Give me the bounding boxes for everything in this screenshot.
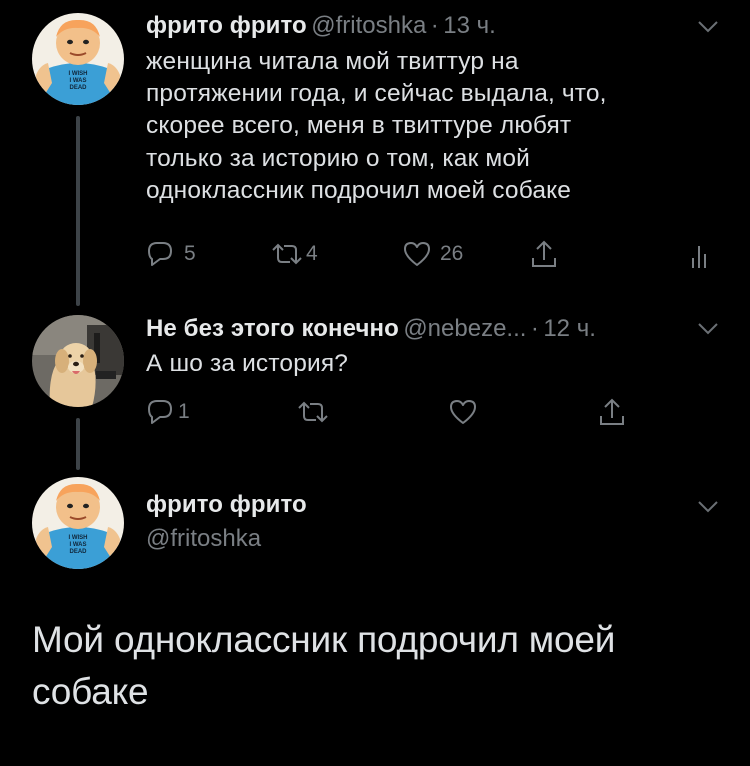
chevron-down-icon[interactable]: [697, 500, 719, 519]
reply-icon: [146, 240, 174, 268]
reply-button[interactable]: 5: [146, 240, 196, 268]
svg-text:I WAS: I WAS: [69, 78, 86, 84]
share-icon: [598, 396, 626, 428]
handle[interactable]: @fritoshka: [146, 525, 261, 553]
display-name[interactable]: фрито фрито: [146, 12, 307, 39]
svg-text:DEAD: DEAD: [69, 549, 87, 555]
separator: ·: [530, 315, 539, 342]
thread-line: [76, 116, 80, 306]
handle[interactable]: @nebeze...: [403, 315, 526, 342]
svg-text:DEAD: DEAD: [69, 85, 87, 91]
analytics-icon: [690, 242, 710, 270]
reply-count: 5: [184, 242, 196, 265]
reply-count: 1: [178, 400, 190, 423]
separator: ·: [430, 12, 439, 39]
chevron-down-icon[interactable]: [697, 322, 719, 341]
like-button[interactable]: 26: [402, 240, 463, 268]
handle[interactable]: @fritoshka: [311, 12, 426, 39]
avatar-illustration: I WISH I WAS DEAD: [32, 13, 124, 105]
display-name-text: фрито фрито: [146, 491, 307, 518]
handle-text: @fritoshka: [146, 525, 262, 552]
analytics-button[interactable]: [690, 242, 710, 270]
svg-text:I WISH: I WISH: [69, 71, 88, 77]
chevron-down-icon[interactable]: [697, 20, 719, 39]
timestamp[interactable]: 12 ч.: [543, 315, 596, 342]
retweet-icon: [270, 242, 304, 266]
retweet-icon: [296, 400, 330, 424]
like-button[interactable]: [448, 398, 478, 426]
reply-button[interactable]: 1: [146, 398, 190, 426]
display-name[interactable]: фрито фрито: [146, 491, 307, 519]
tweet-header: Не без этого конечно @nebeze... · 12 ч.: [146, 315, 596, 343]
like-icon: [402, 240, 432, 268]
reply-icon: [146, 398, 174, 426]
like-count: 26: [440, 242, 464, 265]
display-name[interactable]: Не без этого конечно: [146, 315, 399, 342]
svg-text:I WISH: I WISH: [69, 535, 88, 541]
svg-text:I WAS: I WAS: [69, 542, 86, 548]
tweet-text: женщина читала мой твиттур на протяжении…: [146, 48, 607, 204]
retweet-button[interactable]: [296, 400, 330, 424]
retweet-count: 4: [306, 242, 318, 265]
avatar[interactable]: I WISH I WAS DEAD: [32, 13, 124, 105]
avatar[interactable]: [32, 315, 124, 407]
tweet-text: Мой одноклассник подрочил моей собаке: [32, 619, 616, 712]
thread-line: [76, 418, 80, 470]
avatar-photo: [32, 315, 124, 407]
share-button[interactable]: [598, 396, 626, 428]
avatar-illustration: I WISH I WAS DEAD: [32, 477, 124, 569]
share-button[interactable]: [530, 238, 558, 270]
avatar[interactable]: I WISH I WAS DEAD: [32, 477, 124, 569]
tweet-text: А шо за история?: [146, 350, 349, 377]
tweet-header: фрито фрито @fritoshka · 13 ч.: [146, 12, 496, 40]
timestamp[interactable]: 13 ч.: [443, 12, 496, 39]
share-icon: [530, 238, 558, 270]
retweet-button[interactable]: 4: [270, 242, 318, 266]
like-icon: [448, 398, 478, 426]
